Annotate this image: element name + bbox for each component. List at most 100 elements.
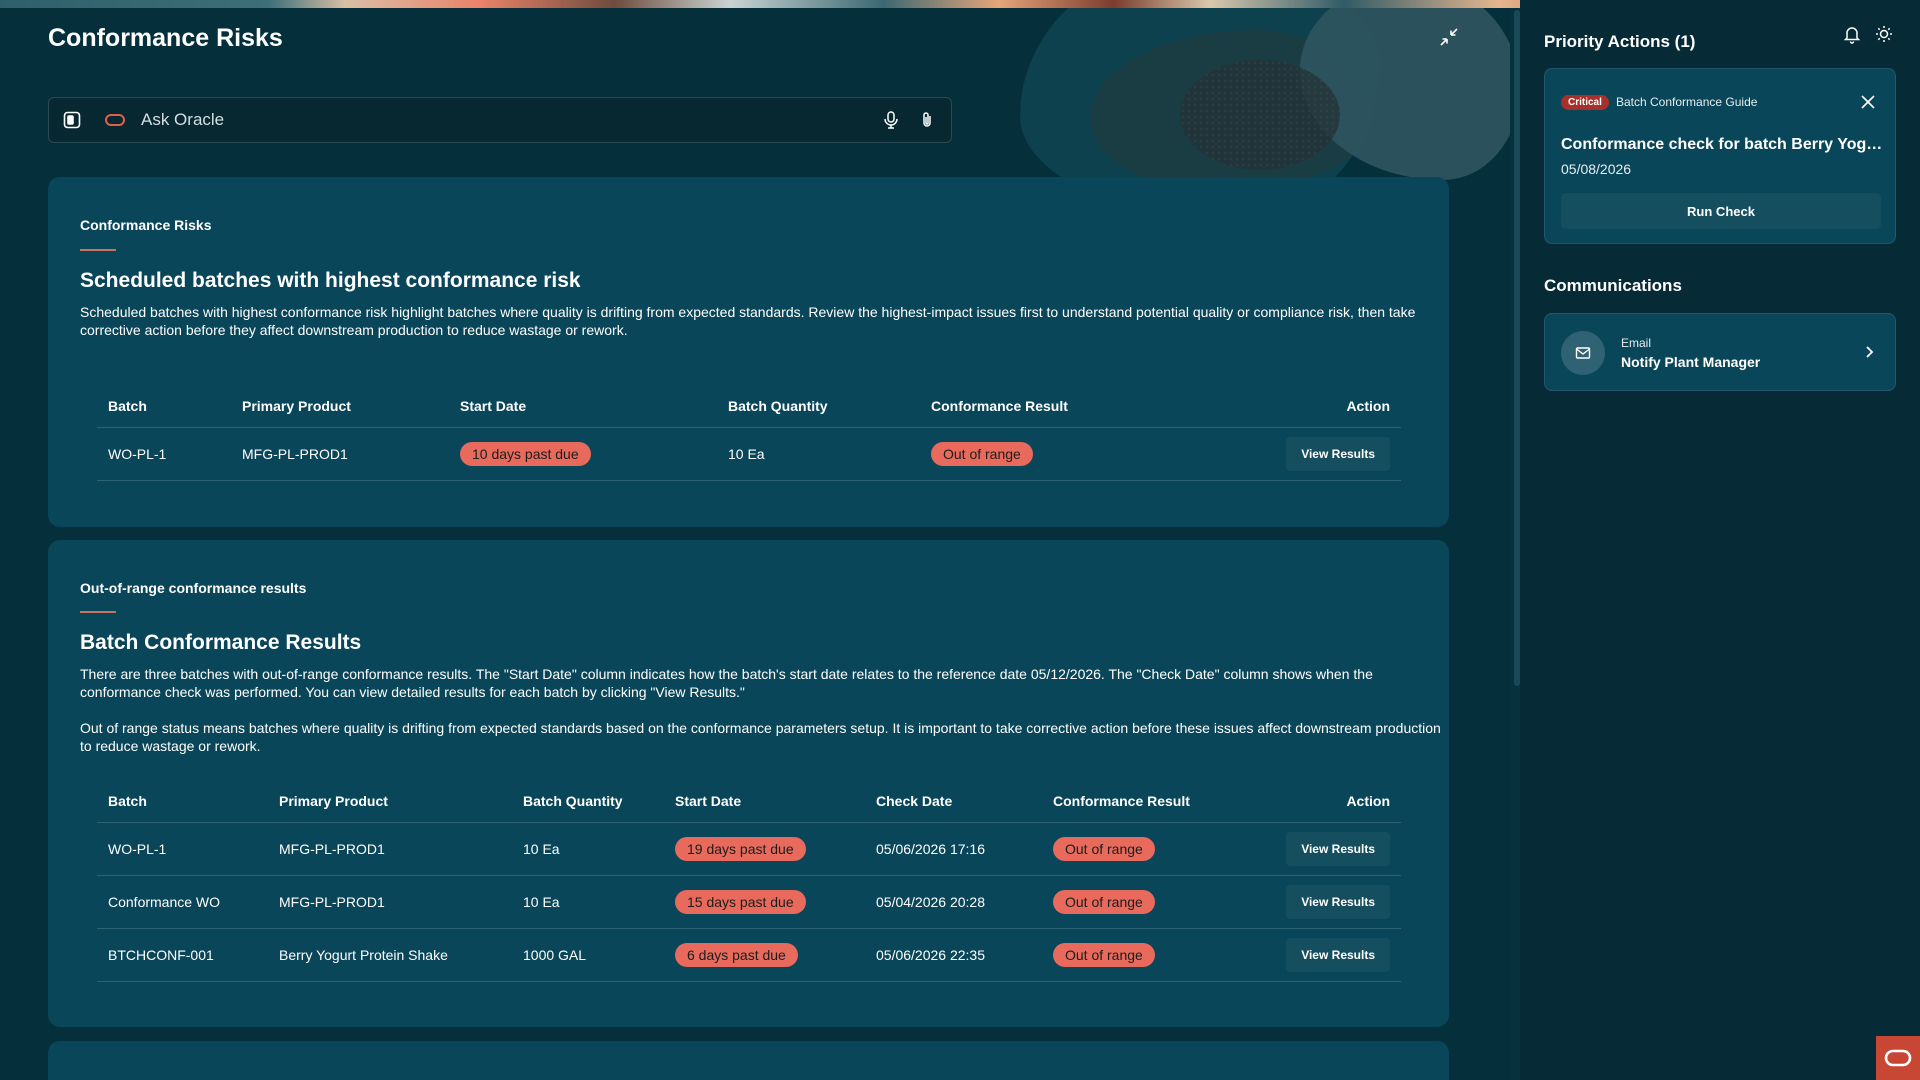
quantity-cell: 10 Ea [512, 875, 664, 929]
bell-icon[interactable] [1842, 24, 1862, 44]
sun-icon[interactable] [1874, 24, 1894, 44]
check-date-cell: 05/06/2026 22:35 [865, 928, 1042, 982]
card-heading: Batch Conformance Results [80, 631, 362, 654]
right-panel: Priority Actions (1) Critical Batch Conf… [1520, 0, 1920, 1080]
check-date-cell: 05/06/2026 17:16 [865, 822, 1042, 876]
collapse-icon [1440, 28, 1458, 46]
start-date-cell: 19 days past due [664, 822, 865, 876]
main-content: Conformance Risks Ask Oracle Conformance… [0, 0, 1510, 1080]
start-date-cell: 6 days past due [664, 928, 865, 982]
mail-icon [1575, 347, 1591, 359]
app-root: Conformance Risks Ask Oracle Conformance… [0, 0, 1920, 1080]
action-date: 05/08/2026 [1561, 161, 1632, 177]
quantity-cell: 10 Ea [717, 427, 920, 481]
card-eyebrow: Out-of-range conformance results [80, 580, 307, 596]
result-cell: Out of range [920, 427, 1220, 481]
card-heading: Scheduled batches with highest conforman… [80, 269, 581, 292]
eyebrow-divider [80, 249, 116, 251]
collapse-button[interactable] [1436, 24, 1462, 50]
out-of-range-badge: Out of range [1053, 889, 1155, 914]
column-header: Primary Product [231, 385, 449, 428]
card-description: There are three batches with out-of-rang… [80, 666, 1373, 700]
communications-title: Communications [1544, 276, 1682, 295]
ask-oracle-input[interactable] [141, 110, 865, 130]
table-header-row: Batch Primary Product Batch Quantity Sta… [97, 780, 1401, 823]
result-cell: Out of range [1042, 928, 1252, 982]
card-eyebrow: Conformance Risks [80, 217, 212, 233]
start-date-cell: 15 days past due [664, 875, 865, 929]
card-description: Out of range status means batches where … [80, 720, 1441, 754]
eyebrow-divider [80, 611, 116, 613]
table-header-row: Batch Primary Product Start Date Batch Q… [97, 385, 1401, 428]
batch-conformance-results-card: Out-of-range conformance results Batch C… [48, 540, 1449, 1027]
action-cell: View Results [1252, 875, 1401, 929]
paperclip-icon[interactable] [917, 110, 937, 130]
out-of-range-badge: Out of range [1053, 942, 1155, 967]
column-header: Batch [97, 780, 268, 823]
column-header: Conformance Result [1042, 780, 1252, 823]
chevron-right-icon [1866, 346, 1874, 358]
view-results-button[interactable]: View Results [1286, 937, 1390, 972]
column-header: Batch Quantity [717, 385, 920, 428]
priority-action-card: Critical Batch Conformance Guide Conform… [1544, 68, 1896, 244]
batch-cell: WO-PL-1 [97, 427, 231, 481]
communication-item[interactable]: Email Notify Plant Manager [1544, 313, 1896, 391]
page-title: Conformance Risks [48, 24, 283, 52]
past-due-badge: 6 days past due [675, 942, 798, 967]
column-header: Action [1220, 385, 1401, 428]
conformance-risks-card: Conformance Risks Scheduled batches with… [48, 177, 1449, 527]
action-cell: View Results [1220, 427, 1401, 481]
oracle-logo-icon [1884, 1049, 1912, 1067]
column-header: Action [1252, 780, 1401, 823]
action-cell: View Results [1252, 928, 1401, 982]
batch-cell: Conformance WO [97, 875, 268, 929]
next-card [48, 1041, 1449, 1080]
run-check-button[interactable]: Run Check [1561, 193, 1881, 229]
action-cell: View Results [1252, 822, 1401, 876]
product-cell: Berry Yogurt Protein Shake [268, 928, 512, 982]
column-header: Batch [97, 385, 231, 428]
action-title: Conformance check for batch Berry Yogurt… [1561, 136, 1883, 153]
out-of-range-badge: Out of range [931, 441, 1033, 466]
view-results-button[interactable]: View Results [1286, 831, 1390, 866]
communication-type: Email [1621, 336, 1652, 350]
product-cell: MFG-PL-PROD1 [268, 875, 512, 929]
check-date-cell: 05/04/2026 20:28 [865, 875, 1042, 929]
result-cell: Out of range [1042, 822, 1252, 876]
column-header: Check Date [865, 780, 1042, 823]
microphone-icon[interactable] [881, 110, 901, 130]
view-results-button[interactable]: View Results [1286, 436, 1390, 471]
panel-toggle-icon[interactable] [63, 111, 81, 129]
column-header: Batch Quantity [512, 780, 664, 823]
results-table: Batch Primary Product Batch Quantity Sta… [97, 780, 1401, 982]
mail-avatar [1561, 331, 1605, 375]
quantity-cell: 10 Ea [512, 822, 664, 876]
view-results-button[interactable]: View Results [1286, 884, 1390, 919]
decorative-blob [1180, 60, 1340, 170]
product-cell: MFG-PL-PROD1 [231, 427, 449, 481]
oracle-assistant-button[interactable] [1876, 1036, 1920, 1080]
product-cell: MFG-PL-PROD1 [268, 822, 512, 876]
close-icon[interactable] [1859, 93, 1877, 111]
priority-actions-title: Priority Actions (1) [1544, 32, 1696, 51]
table-row: BTCHCONF-001 Berry Yogurt Protein Shake … [97, 928, 1401, 982]
result-cell: Out of range [1042, 875, 1252, 929]
oracle-logo-icon [105, 114, 125, 126]
out-of-range-badge: Out of range [1053, 836, 1155, 861]
table-row: WO-PL-1 MFG-PL-PROD1 10 days past due 10… [97, 427, 1401, 481]
table-row: WO-PL-1 MFG-PL-PROD1 10 Ea 19 days past … [97, 822, 1401, 876]
past-due-badge: 19 days past due [675, 836, 806, 861]
batch-cell: BTCHCONF-001 [97, 928, 268, 982]
quantity-cell: 1000 GAL [512, 928, 664, 982]
batch-cell: WO-PL-1 [97, 822, 268, 876]
risk-table: Batch Primary Product Start Date Batch Q… [97, 385, 1401, 481]
column-header: Conformance Result [920, 385, 1220, 428]
past-due-badge: 15 days past due [675, 889, 806, 914]
column-header: Start Date [449, 385, 717, 428]
column-header: Primary Product [268, 780, 512, 823]
table-row: Conformance WO MFG-PL-PROD1 10 Ea 15 day… [97, 875, 1401, 929]
critical-badge: Critical [1561, 95, 1609, 110]
communication-name: Notify Plant Manager [1621, 354, 1761, 370]
ask-oracle-bar [48, 97, 952, 143]
past-due-badge: 10 days past due [460, 441, 591, 466]
